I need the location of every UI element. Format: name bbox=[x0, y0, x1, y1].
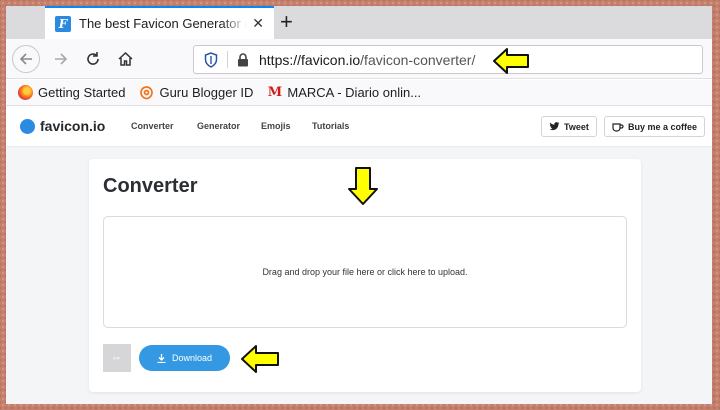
forward-icon bbox=[55, 53, 68, 65]
download-icon bbox=[157, 353, 166, 363]
twitter-icon bbox=[549, 122, 560, 131]
disabled-action-button[interactable]: ▸▸ bbox=[103, 344, 131, 372]
bookmark-getting-started[interactable]: Getting Started bbox=[18, 85, 125, 100]
blogger-icon bbox=[140, 86, 154, 100]
home-icon bbox=[117, 51, 133, 66]
url-path: /favicon-converter/ bbox=[360, 51, 476, 68]
coffee-icon bbox=[612, 122, 624, 132]
disabled-button-glyph: ▸▸ bbox=[113, 355, 121, 362]
coffee-label: Buy me a coffee bbox=[628, 121, 698, 132]
url-host: https://favicon.io bbox=[259, 51, 361, 68]
site-header: favicon.io Converter Generator Emojis Tu… bbox=[6, 107, 712, 147]
bookmark-label: Guru Blogger ID bbox=[159, 85, 254, 100]
nav-generator[interactable]: Generator bbox=[197, 121, 240, 131]
url-text[interactable]: https://favicon.io/favicon-converter/ bbox=[259, 52, 475, 68]
forward-button[interactable] bbox=[46, 44, 76, 74]
dropzone-text: Drag and drop your file here or click he… bbox=[262, 267, 468, 277]
shield-icon[interactable] bbox=[204, 51, 218, 68]
bookmark-label: Getting Started bbox=[38, 85, 126, 100]
tweet-button[interactable]: Tweet bbox=[541, 116, 597, 137]
logo-text: favicon.io bbox=[40, 118, 106, 134]
annotation-arrow-icon bbox=[493, 48, 529, 74]
download-label: Download bbox=[171, 353, 213, 363]
annotation-arrow-icon bbox=[241, 345, 279, 373]
plus-icon[interactable]: + bbox=[280, 10, 293, 34]
marca-icon: M bbox=[267, 85, 283, 100]
favicon-io-icon: F bbox=[55, 15, 71, 32]
tab-favicon-generator[interactable]: F The best Favicon Generator (co ✕ bbox=[45, 6, 274, 39]
file-dropzone[interactable]: Drag and drop your file here or click he… bbox=[103, 216, 627, 328]
buy-me-a-coffee-button[interactable]: Buy me a coffee bbox=[604, 116, 706, 137]
bookmark-label: MARCA - Diario onlin... bbox=[287, 85, 422, 100]
home-button[interactable] bbox=[110, 44, 140, 74]
url-separator bbox=[227, 51, 228, 68]
bookmark-marca[interactable]: M MARCA - Diario onlin... bbox=[267, 85, 421, 100]
site-logo[interactable]: favicon.io bbox=[20, 118, 105, 134]
nav-converter[interactable]: Converter bbox=[131, 121, 174, 131]
url-bar[interactable]: https://favicon.io/favicon-converter/ bbox=[193, 45, 703, 74]
tweet-label: Tweet bbox=[564, 121, 589, 132]
page-title: Converter bbox=[103, 175, 198, 197]
reload-icon bbox=[87, 52, 99, 65]
back-button[interactable] bbox=[12, 45, 40, 73]
lock-icon[interactable] bbox=[237, 52, 249, 67]
close-icon[interactable]: ✕ bbox=[252, 15, 264, 32]
reload-button[interactable] bbox=[78, 44, 108, 74]
annotation-arrow-icon bbox=[348, 167, 378, 205]
download-button[interactable]: Download bbox=[139, 345, 230, 371]
firefox-icon bbox=[18, 85, 33, 100]
bookmarks-bar: Getting Started Guru Blogger ID M MARCA … bbox=[6, 80, 712, 106]
nav-emojis[interactable]: Emojis bbox=[261, 121, 291, 131]
tab-title: The best Favicon Generator (co bbox=[79, 16, 247, 31]
page-content: favicon.io Converter Generator Emojis Tu… bbox=[6, 107, 712, 404]
tab-strip: F The best Favicon Generator (co ✕ + bbox=[6, 6, 712, 39]
bookmark-guru-blogger[interactable]: Guru Blogger ID bbox=[139, 85, 253, 100]
browser-window: F The best Favicon Generator (co ✕ + htt… bbox=[6, 6, 712, 404]
back-icon bbox=[19, 53, 32, 65]
nav-tutorials[interactable]: Tutorials bbox=[312, 121, 349, 131]
logo-circle-icon bbox=[20, 118, 35, 134]
nav-bar: https://favicon.io/favicon-converter/ bbox=[6, 39, 712, 79]
